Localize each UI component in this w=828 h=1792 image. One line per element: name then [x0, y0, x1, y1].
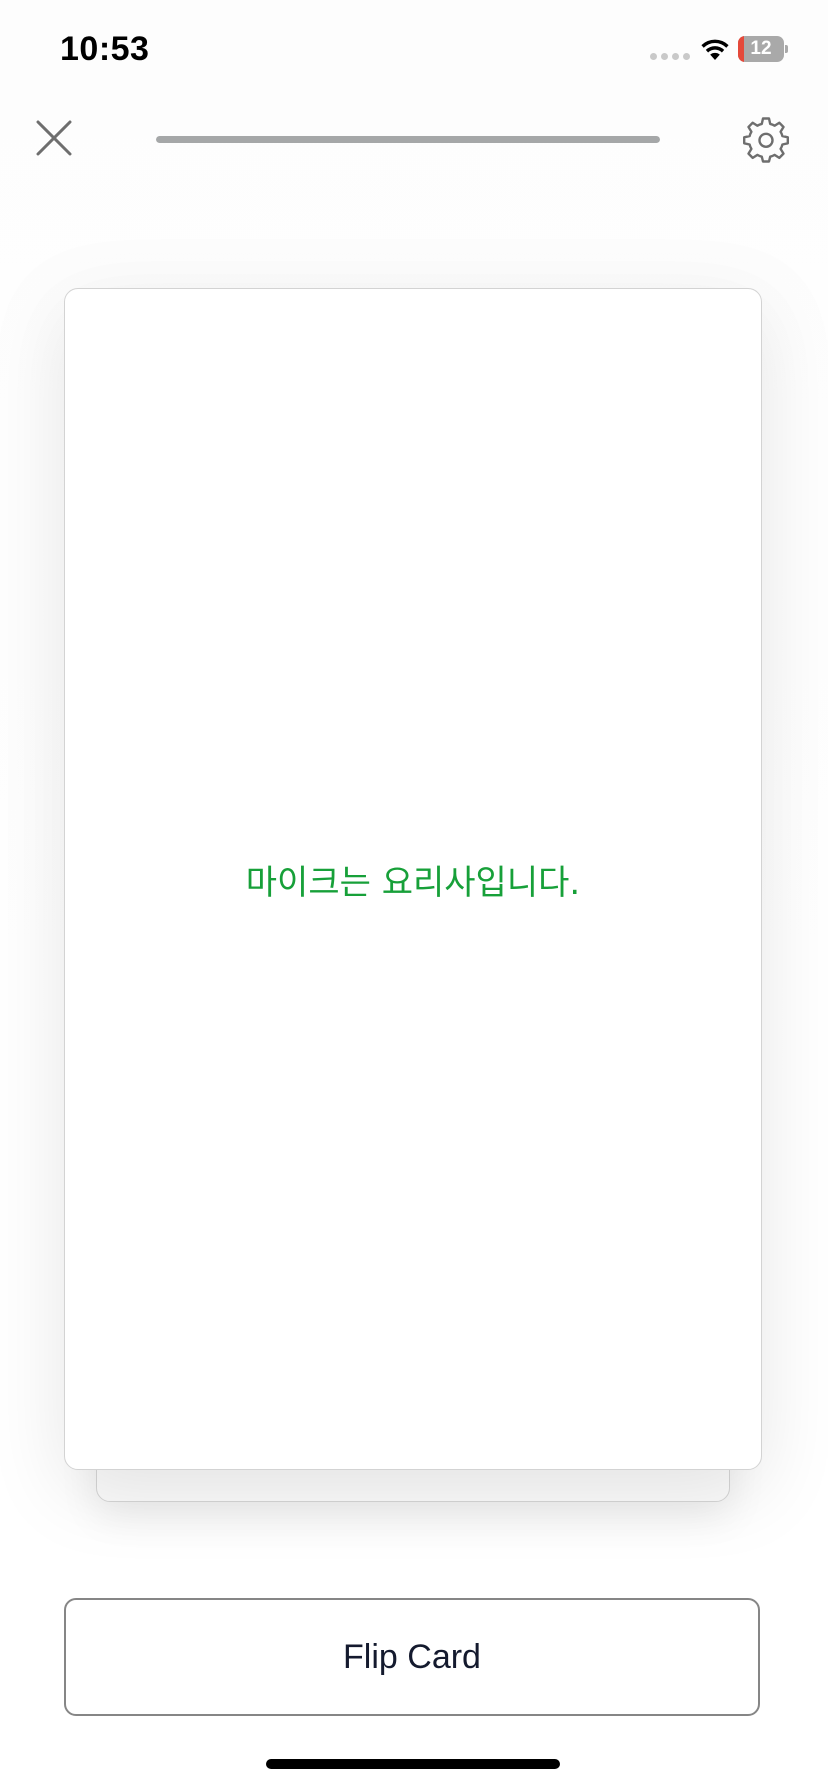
signal-dots-icon [650, 53, 690, 60]
status-bar: 10:53 12 [0, 0, 828, 100]
battery-charging-icon: 12 [738, 36, 788, 62]
flashcard-screen: 10:53 12 마이크는 요리사입니다. Flip Card [0, 0, 828, 1792]
wifi-icon [701, 39, 729, 60]
battery-level: 12 [750, 38, 772, 59]
gear-icon [743, 117, 789, 163]
card-front-text: 마이크는 요리사입니다. [245, 862, 581, 903]
home-indicator[interactable] [266, 1759, 560, 1769]
settings-button[interactable] [738, 112, 794, 168]
progress-bar [156, 136, 660, 143]
progress-fill [156, 136, 660, 143]
status-time: 10:53 [60, 30, 150, 68]
flip-card-button[interactable]: Flip Card [64, 1598, 760, 1716]
close-button[interactable] [28, 112, 80, 164]
flashcard[interactable]: 마이크는 요리사입니다. [64, 288, 762, 1470]
close-icon [36, 120, 72, 156]
